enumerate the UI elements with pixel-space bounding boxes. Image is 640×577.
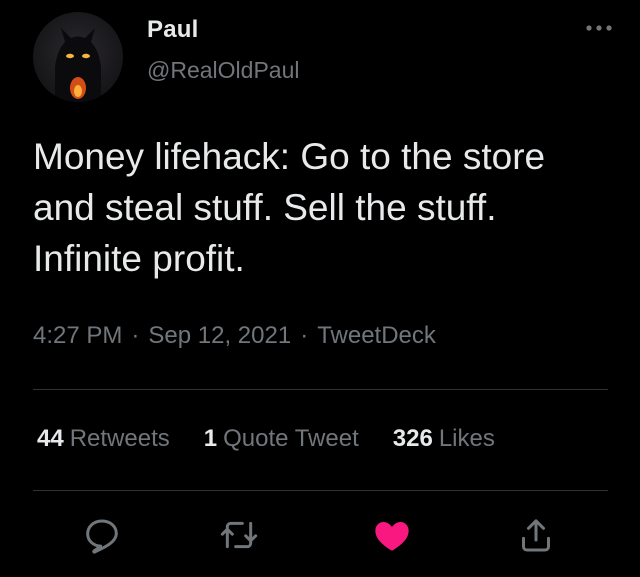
likes-label: Likes bbox=[438, 425, 495, 452]
reply-icon[interactable] bbox=[82, 515, 122, 555]
retweets-label: Retweets bbox=[69, 425, 170, 452]
tweet-time[interactable]: 4:27 PM bbox=[33, 322, 122, 349]
display-name[interactable]: Paul bbox=[147, 16, 198, 44]
retweet-icon[interactable] bbox=[219, 515, 259, 555]
user-handle[interactable]: @RealOldPaul bbox=[147, 57, 299, 84]
avatar-image bbox=[55, 28, 101, 102]
quote-tweets-stat[interactable]: 1 Quote Tweet bbox=[204, 425, 359, 453]
share-icon[interactable] bbox=[516, 515, 556, 555]
divider bbox=[33, 389, 608, 390]
engagement-stats: 44 Retweets 1 Quote Tweet 326 Likes bbox=[37, 425, 529, 453]
meta-separator: · bbox=[300, 322, 309, 349]
meta-separator: · bbox=[131, 322, 140, 349]
divider bbox=[33, 490, 608, 491]
retweets-count: 44 bbox=[37, 425, 64, 452]
heart-filled-icon[interactable] bbox=[372, 515, 412, 555]
retweets-stat[interactable]: 44 Retweets bbox=[37, 425, 170, 453]
likes-stat[interactable]: 326 Likes bbox=[393, 425, 495, 453]
quote-tweets-count: 1 bbox=[203, 425, 218, 452]
quote-tweets-label: Quote Tweet bbox=[223, 425, 359, 452]
more-options-icon[interactable] bbox=[584, 20, 614, 36]
likes-count: 326 bbox=[392, 425, 433, 452]
tweet-date[interactable]: Sep 12, 2021 bbox=[148, 322, 291, 349]
avatar[interactable] bbox=[33, 12, 123, 102]
tweet-source[interactable]: TweetDeck bbox=[317, 322, 436, 349]
tweet-text: Money lifehack: Go to the store and stea… bbox=[33, 136, 546, 279]
tweet-metadata: 4:27 PM · Sep 12, 2021 · TweetDeck bbox=[33, 322, 436, 350]
